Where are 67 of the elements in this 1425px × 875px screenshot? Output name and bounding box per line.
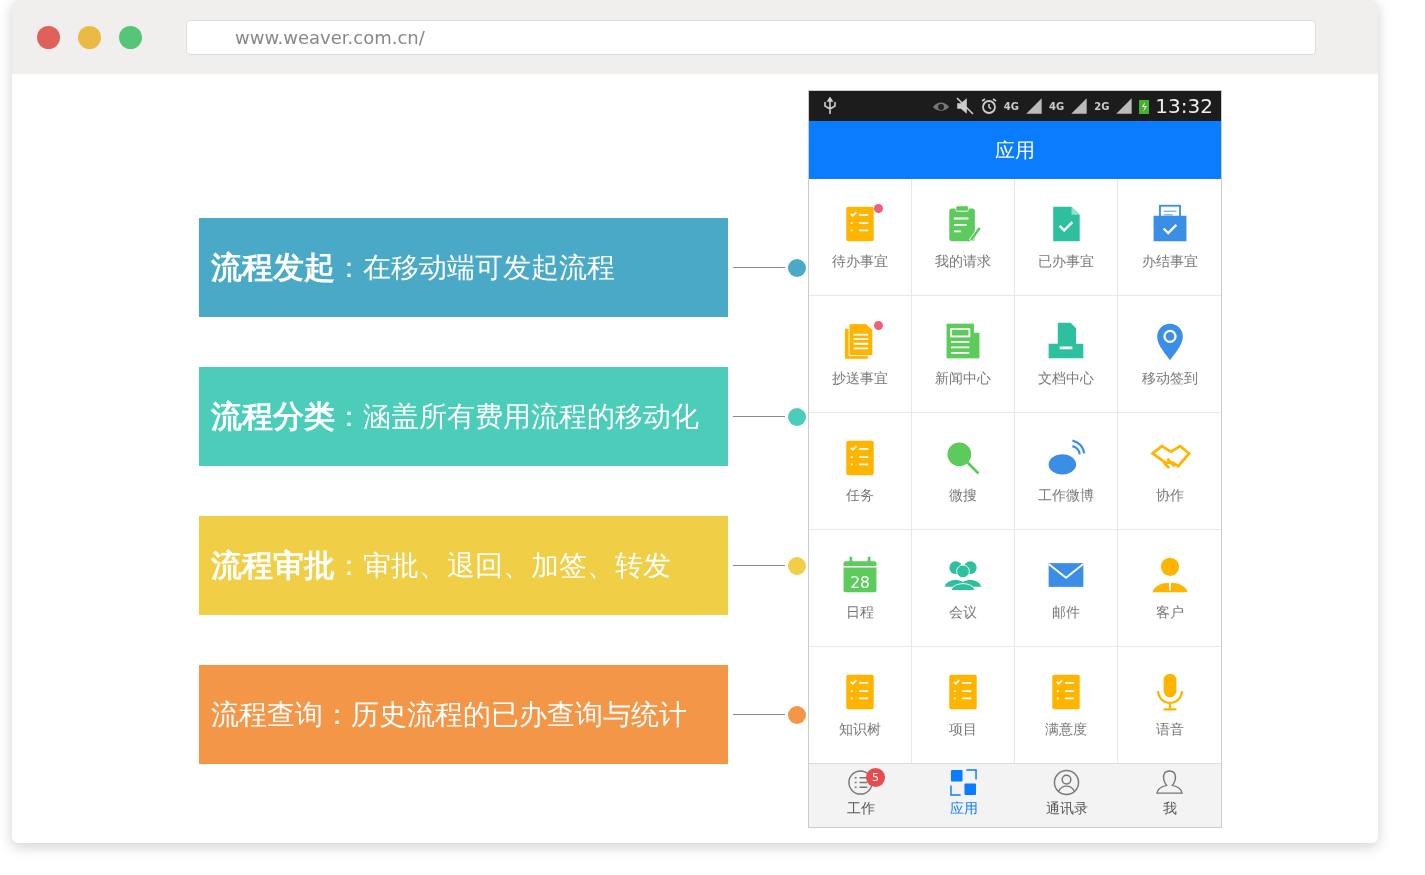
usb-icon <box>821 97 839 115</box>
calendar-date: 28 <box>850 573 870 592</box>
app-tile[interactable]: 微搜 <box>912 413 1015 530</box>
app-tile[interactable]: 邮件 <box>1015 530 1118 647</box>
app-label: 我的请求 <box>935 253 991 271</box>
app-label: 协作 <box>1155 487 1184 505</box>
maximize-button[interactable] <box>119 25 142 49</box>
network-label: 4G <box>1003 100 1019 112</box>
app-label: 项目 <box>949 721 977 739</box>
nav-tab[interactable]: 5 工作 <box>809 764 912 827</box>
feature-banner: 流程发起：在移动端可发起流程 <box>199 218 728 317</box>
leader-line <box>733 714 785 715</box>
leader-line <box>733 565 785 566</box>
contact-icon <box>1053 769 1080 796</box>
app-label: 任务 <box>846 487 874 505</box>
network-label: 2G <box>1094 100 1110 112</box>
leader-line <box>733 267 785 268</box>
signal-icon <box>1070 97 1089 115</box>
app-label: 移动签到 <box>1141 370 1198 388</box>
network-label: 4G <box>1049 100 1065 112</box>
app-tile[interactable]: 任务 <box>809 413 912 530</box>
app-label: 会议 <box>949 604 977 622</box>
clock: 13:32 <box>1155 94 1213 118</box>
app-tile[interactable]: 28 日程 <box>809 530 912 647</box>
nav-tab[interactable]: 应用 <box>912 764 1015 827</box>
app-label: 满意度 <box>1045 721 1087 739</box>
app-label: 日程 <box>846 604 874 622</box>
app-label: 语音 <box>1155 721 1184 739</box>
minimize-button[interactable] <box>78 25 101 49</box>
feature-banner: 流程分类：涵盖所有费用流程的移动化 <box>199 367 728 466</box>
user-icon <box>1156 769 1183 796</box>
app-tile[interactable]: 文档中心 <box>1015 296 1118 413</box>
close-button[interactable] <box>37 25 60 49</box>
app-tile[interactable]: 工作微博 <box>1015 413 1118 530</box>
feature-banner: 流程查询：历史流程的已办查询与统计 <box>199 665 728 764</box>
app-label: 工作微博 <box>1038 487 1094 505</box>
app-label: 客户 <box>1155 604 1184 622</box>
app-tile[interactable]: 待办事宜 <box>809 179 912 296</box>
mute-icon <box>955 97 974 115</box>
count-badge: 5 <box>866 768 885 787</box>
app-label: 邮件 <box>1052 604 1080 622</box>
app-label: 微搜 <box>949 487 977 505</box>
apps-icon <box>950 769 977 796</box>
app-tile[interactable]: 抄送事宜 <box>809 296 912 413</box>
app-label: 办结事宜 <box>1141 253 1198 271</box>
app-label: 新闻中心 <box>935 370 991 388</box>
alarm-icon <box>979 97 998 115</box>
battery-icon <box>1139 98 1150 114</box>
app-tile[interactable]: 新闻中心 <box>912 296 1015 413</box>
calendar-icon <box>842 555 878 593</box>
nav-tab[interactable]: 通讯录 <box>1015 764 1118 827</box>
app-tile[interactable]: 我的请求 <box>912 179 1015 296</box>
screen-title: 应用 <box>995 136 1035 164</box>
app-label: 待办事宜 <box>832 253 888 271</box>
app-tile[interactable]: 已办事宜 <box>1015 179 1118 296</box>
signal-icon <box>1115 97 1134 115</box>
address-bar[interactable]: www.weaver.com.cn/ <box>186 19 1316 55</box>
app-label: 抄送事宜 <box>832 370 888 388</box>
app-label: 已办事宜 <box>1038 253 1094 271</box>
leader-line <box>733 416 785 417</box>
signal-icon <box>1025 97 1043 115</box>
feature-banner: 流程审批：审批、退回、加签、转发 <box>199 516 728 615</box>
app-label: 知识树 <box>839 721 881 739</box>
nav-tab[interactable]: 我 <box>1118 764 1221 827</box>
list-icon <box>847 769 874 796</box>
app-tile[interactable]: 会议 <box>912 530 1015 647</box>
app-label: 文档中心 <box>1038 370 1094 388</box>
